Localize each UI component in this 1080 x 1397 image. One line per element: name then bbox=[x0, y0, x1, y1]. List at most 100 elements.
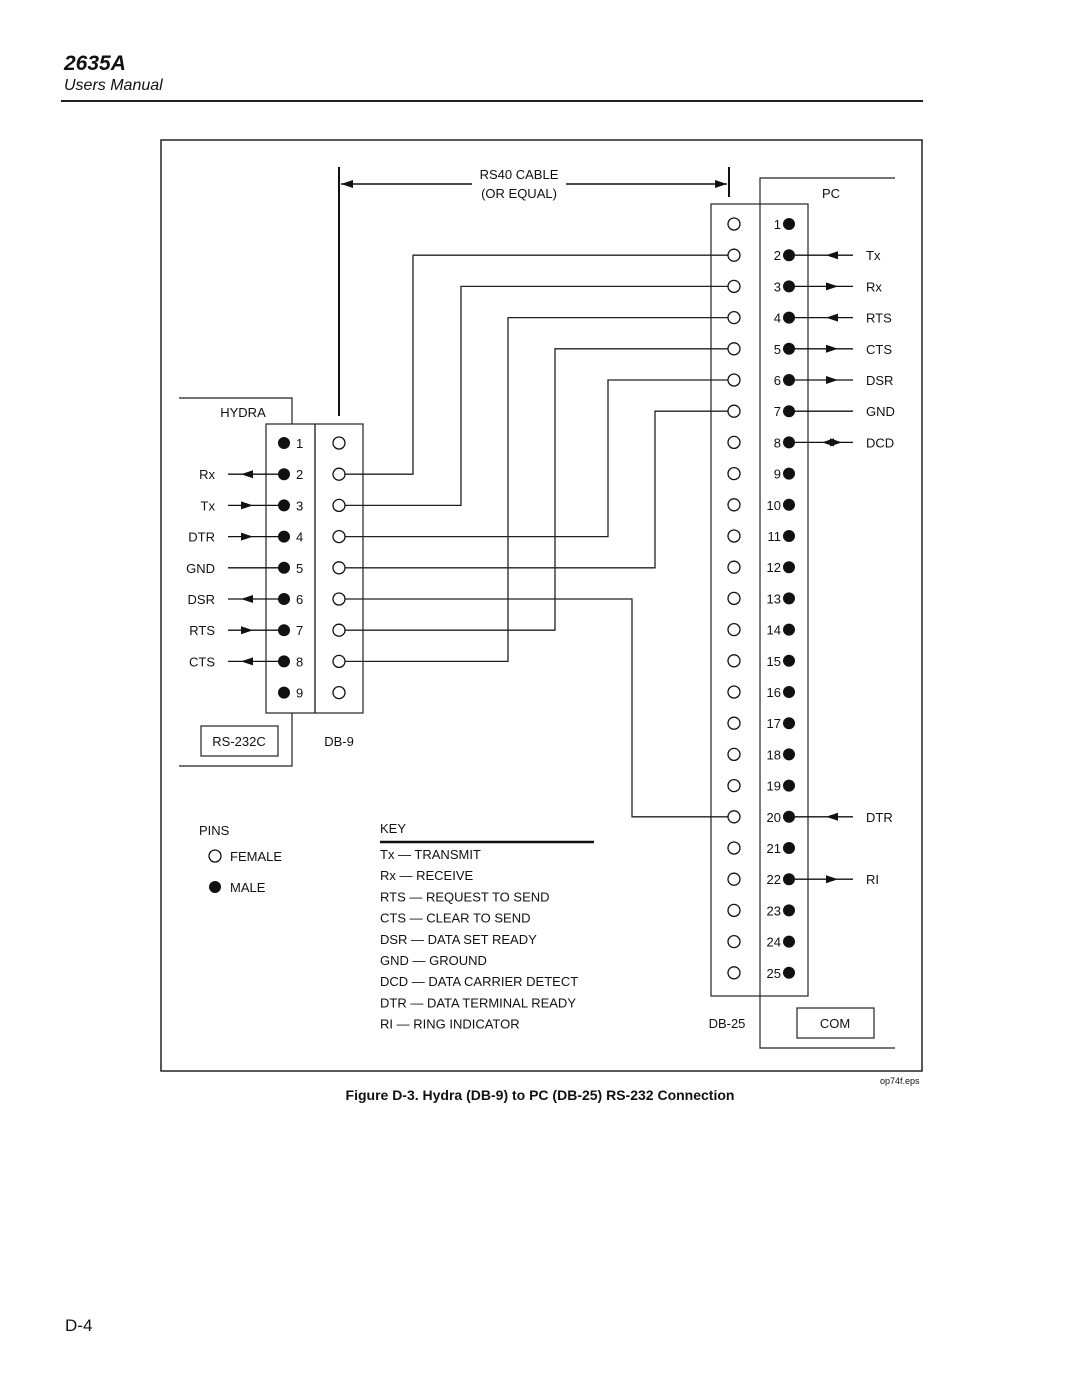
db25-label: DB-25 bbox=[709, 1016, 746, 1031]
db25-pin-number: 6 bbox=[774, 373, 781, 388]
female-pin-icon bbox=[727, 966, 741, 980]
cable-label: RS40 CABLE bbox=[480, 167, 559, 182]
wire-db9-6-to-db25-20 bbox=[345, 598, 728, 818]
db25-pin-23: 23 bbox=[727, 903, 795, 918]
db25-pin-number: 20 bbox=[767, 810, 781, 825]
key-entry: Rx — RECEIVE bbox=[380, 868, 474, 883]
female-pin-icon bbox=[727, 872, 741, 886]
female-pin-icon bbox=[727, 903, 741, 918]
cable-arrow-left-icon bbox=[341, 180, 353, 188]
wire-db9-7-to-db25-5 bbox=[345, 348, 728, 631]
pc-signal-label: Rx bbox=[866, 279, 882, 294]
pins-legend: PINS FEMALE MALE bbox=[199, 823, 282, 895]
db25-pin-number: 17 bbox=[767, 716, 781, 731]
key-entry: RTS — REQUEST TO SEND bbox=[380, 889, 550, 904]
db25-pin-11: 11 bbox=[727, 529, 795, 544]
male-pin-icon bbox=[783, 280, 795, 293]
male-pin-icon bbox=[278, 499, 290, 512]
male-pin-icon bbox=[783, 717, 795, 730]
hydra-signal-arrow-left-icon bbox=[241, 657, 253, 666]
male-pin-icon bbox=[209, 881, 221, 893]
pc-signal-label: DCD bbox=[866, 435, 894, 450]
pc-signal-label: DSR bbox=[866, 373, 893, 388]
female-pin-icon bbox=[332, 561, 346, 575]
db9-label: DB-9 bbox=[324, 734, 354, 749]
db9-pin-4: 4 DTR bbox=[188, 529, 346, 545]
db9-pin-1: 1 bbox=[278, 436, 346, 451]
db9-pin-number: 1 bbox=[296, 436, 303, 451]
hydra-signal-arrow-right-icon bbox=[241, 626, 253, 635]
female-pin-icon bbox=[727, 622, 741, 637]
db9-pin-number: 6 bbox=[296, 592, 303, 607]
db25-pin-number: 21 bbox=[767, 841, 781, 856]
db25-pin-number: 5 bbox=[774, 342, 781, 357]
hydra-signal-label: GND bbox=[186, 561, 215, 576]
female-pin-icon bbox=[332, 529, 346, 544]
db9-pin-8: 8 CTS bbox=[189, 654, 346, 669]
db25-pin-1: 1 bbox=[727, 217, 795, 232]
key-entry: RI — RING INDICATOR bbox=[380, 1017, 520, 1032]
female-pin-icon bbox=[727, 466, 741, 481]
male-pin-icon bbox=[278, 561, 290, 574]
db9-pin-number: 3 bbox=[296, 498, 303, 513]
pc-signal-arrow-right-icon bbox=[830, 438, 842, 447]
db9-pin-3: 3 Tx bbox=[201, 498, 346, 513]
key-entry: Tx — TRANSMIT bbox=[380, 847, 481, 862]
db25-pin-number: 1 bbox=[774, 217, 781, 232]
db25-pin-19: 19 bbox=[727, 778, 795, 794]
male-pin-icon bbox=[783, 873, 795, 886]
female-pin-icon bbox=[727, 560, 741, 574]
db9-pin-number: 9 bbox=[296, 686, 303, 701]
wires-group bbox=[345, 254, 728, 818]
db25-pin-number: 23 bbox=[767, 903, 781, 918]
cable-dimension: RS40 CABLE (OR EQUAL) bbox=[338, 167, 730, 416]
pc-signal-label: Tx bbox=[866, 248, 881, 263]
db25-pin-9: 9 bbox=[727, 466, 795, 482]
db25-pin-number: 16 bbox=[767, 685, 781, 700]
db25-pin-10: 10 bbox=[727, 498, 795, 513]
male-pin-icon bbox=[783, 810, 795, 823]
db25-pin-18: 18 bbox=[727, 747, 795, 762]
db25-pin-25: 25 bbox=[727, 966, 795, 981]
pc-label: PC bbox=[822, 186, 840, 201]
male-pin-icon bbox=[783, 654, 795, 667]
female-pin-icon bbox=[332, 685, 346, 700]
pc-signal-label: GND bbox=[866, 404, 895, 419]
db25-pin-number: 11 bbox=[768, 529, 782, 544]
db25-pin-15: 15 bbox=[727, 654, 795, 669]
hydra-signal-label: CTS bbox=[189, 654, 215, 669]
wire-db9-5-to-db25-7 bbox=[345, 410, 728, 569]
db25-pin-13: 13 bbox=[727, 591, 795, 606]
male-pin-icon bbox=[278, 593, 290, 605]
male-pin-icon bbox=[783, 436, 795, 449]
db9-pin-number: 7 bbox=[296, 623, 303, 638]
female-pin-icon bbox=[727, 310, 741, 325]
db9-pin-number: 8 bbox=[296, 654, 303, 669]
female-pin-icon bbox=[208, 849, 222, 863]
female-pin-icon bbox=[727, 934, 741, 949]
db9-pin-number: 2 bbox=[296, 467, 303, 482]
female-pin-icon bbox=[727, 498, 741, 512]
female-pin-icon bbox=[727, 747, 741, 762]
male-pin-icon bbox=[783, 530, 795, 542]
hydra-signal-arrow-left-icon bbox=[241, 595, 253, 603]
male-pin-icon bbox=[783, 249, 795, 262]
wire-db9-4-to-db25-6 bbox=[345, 379, 728, 538]
db25-pin-3: 3 Rx bbox=[727, 279, 882, 294]
db25-pin-number: 25 bbox=[767, 966, 781, 981]
db25-pin-number: 24 bbox=[767, 935, 781, 950]
db25-pin-24: 24 bbox=[727, 934, 795, 950]
male-pin-icon bbox=[278, 530, 290, 543]
hydra-signal-label: Tx bbox=[201, 498, 216, 513]
female-pin-icon bbox=[727, 248, 741, 262]
male-pin-icon bbox=[783, 686, 795, 698]
db25-pin-number: 8 bbox=[774, 435, 781, 450]
db25-pin-22: 22 RI bbox=[727, 872, 879, 887]
female-pin-icon bbox=[727, 778, 741, 793]
male-pin-icon bbox=[783, 748, 795, 761]
db25-pin-16: 16 bbox=[727, 685, 795, 700]
female-pin-icon bbox=[332, 467, 346, 481]
db25-pin-6: 6 DSR bbox=[727, 373, 893, 388]
female-pin-icon bbox=[332, 623, 346, 637]
db9-pin-7: 7 RTS bbox=[189, 623, 346, 638]
